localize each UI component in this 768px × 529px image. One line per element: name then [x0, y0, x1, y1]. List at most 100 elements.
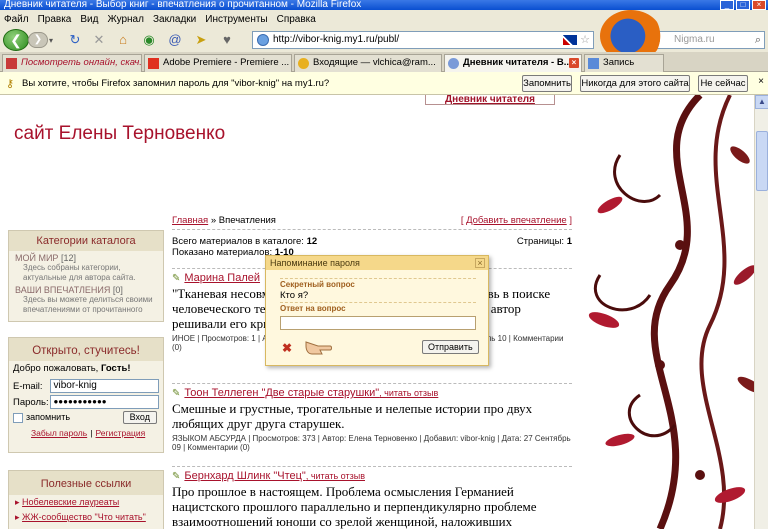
- menu-tools[interactable]: Инструменты: [205, 14, 267, 25]
- remember-password-button[interactable]: Запомнить: [522, 75, 572, 92]
- maximize-button[interactable]: □: [736, 0, 750, 10]
- tab-bar: Посмотреть онлайн, скач... Adobe Premier…: [0, 52, 768, 72]
- welcome-line: Добро пожаловать, Гость!: [9, 361, 163, 378]
- tab-adobe-premiere[interactable]: Adobe Premiere - Premiere ...: [144, 54, 292, 72]
- read-review-link[interactable]: , читать отзыв: [306, 471, 365, 481]
- total-value: 12: [306, 236, 318, 247]
- add-bracket-open: [: [460, 215, 464, 226]
- flag-icon: [563, 35, 577, 45]
- tab-label: Запись: [603, 57, 635, 68]
- menu-file[interactable]: Файл: [4, 14, 29, 25]
- password-field[interactable]: ●●●●●●●●●●●: [50, 395, 159, 409]
- close-window-button[interactable]: ×: [752, 0, 766, 10]
- forgot-password-link[interactable]: Забыл пароль: [31, 428, 87, 438]
- category-link[interactable]: МОЙ МИР: [15, 253, 58, 263]
- entry-title-link[interactable]: Тоон Теллеген "Две старые старушки": [184, 387, 379, 399]
- tab-inbox[interactable]: Входящие — vlchica@ram...: [294, 54, 442, 72]
- entry-title-link[interactable]: Марина Палей: [184, 272, 260, 284]
- dialog-title: Напоминание пароля: [266, 256, 488, 270]
- add-impression-wrap: [ Добавить впечатление ]: [461, 215, 572, 226]
- email-field[interactable]: vibor-knig: [50, 379, 159, 393]
- bookmark-tool-icon[interactable]: ♥: [218, 31, 236, 49]
- tab-favicon-icon: [6, 58, 17, 69]
- never-for-site-button[interactable]: Никогда для этого сайта: [580, 75, 690, 92]
- breadcrumb-home[interactable]: Главная: [172, 215, 208, 226]
- stop-icon[interactable]: ✕: [90, 31, 108, 49]
- secret-question-value: Кто я?: [280, 290, 309, 301]
- pointing-hand-icon: [305, 341, 332, 355]
- login-links: Забыл пароль | Регистрация: [9, 425, 163, 439]
- register-link[interactable]: Регистрация: [96, 428, 146, 438]
- remember-checkbox[interactable]: [13, 412, 23, 423]
- divider: [172, 466, 572, 467]
- bullet-icon: ▸: [15, 512, 20, 522]
- back-button[interactable]: ❮: [3, 29, 29, 51]
- home-icon[interactable]: ⌂: [114, 31, 132, 49]
- entry-title: ✎ Бернхард Шлинк "Чтец", читать отзыв: [172, 470, 572, 482]
- email-label: E-mail:: [13, 380, 43, 392]
- send-button[interactable]: Отправить: [422, 340, 479, 354]
- menu-history[interactable]: Журнал: [107, 14, 144, 25]
- scroll-up-icon[interactable]: ▲: [755, 95, 768, 109]
- reload-icon[interactable]: ↻: [66, 31, 84, 49]
- tab-watch-online[interactable]: Посмотреть онлайн, скач...: [2, 54, 142, 72]
- list-item: ✎ Тоон Теллеген "Две старые старушки", чи…: [172, 380, 572, 452]
- search-input[interactable]: Nigma.ru ⌕: [645, 31, 765, 49]
- add-impression-link[interactable]: Добавить впечатление: [466, 215, 567, 226]
- breadcrumb-current: Впечатления: [218, 215, 276, 226]
- site-identity-icon[interactable]: [257, 34, 269, 46]
- tab-reader-diary[interactable]: Дневник читателя - В... ×: [444, 54, 582, 72]
- category-link[interactable]: ВАШИ ВПЕЧАТЛЕНИЯ: [15, 285, 110, 295]
- menu-view[interactable]: Вид: [80, 14, 98, 25]
- notification-message: Вы хотите, чтобы Firefox запомнил пароль…: [22, 78, 330, 89]
- tab-label: Дневник читателя - В...: [463, 57, 572, 68]
- address-bar[interactable]: http://vibor-knig.my1.ru/publ/ ☆: [252, 31, 594, 49]
- tab-favicon-icon: [588, 58, 599, 69]
- useful-link[interactable]: Нобелевские лауреаты: [22, 497, 119, 507]
- guest-name: Гость!: [100, 363, 131, 374]
- addon-icon[interactable]: ◉: [140, 31, 158, 49]
- mail-icon: [298, 58, 309, 69]
- divider: [280, 278, 476, 279]
- minimize-button[interactable]: _: [720, 0, 734, 10]
- read-review-link[interactable]: , читать отзыв: [379, 388, 438, 398]
- password-row: Пароль: ●●●●●●●●●●●: [9, 394, 163, 410]
- category-desc: Здесь собраны категории, актуальные для …: [23, 263, 136, 282]
- category-item: ВАШИ ВПЕЧАТЛЕНИЯ [0] Здесь вы можете дел…: [9, 283, 163, 315]
- menu-edit[interactable]: Правка: [38, 14, 72, 25]
- site-title: сайт Елены Терновенко: [14, 123, 226, 144]
- bookmark-star-icon[interactable]: ☆: [580, 32, 590, 48]
- search-icon[interactable]: ⌕: [755, 32, 761, 48]
- close-tab-icon[interactable]: ×: [569, 58, 579, 68]
- close-notification-icon[interactable]: ×: [758, 76, 764, 87]
- not-now-button[interactable]: Не сейчас: [698, 75, 748, 92]
- useful-link-item: ▸ Нобелевские лауреаты: [9, 495, 163, 510]
- vertical-scrollbar[interactable]: ▲: [754, 95, 768, 529]
- scroll-thumb[interactable]: [756, 131, 768, 191]
- login-heading: Открыто, стучитесь!: [9, 338, 163, 361]
- forward-button[interactable]: ❯: [28, 32, 48, 48]
- secret-question-label: Секретный вопрос: [280, 280, 355, 289]
- menu-help[interactable]: Справка: [277, 14, 316, 25]
- category-count: [12]: [60, 253, 76, 263]
- email-row: E-mail: vibor-knig: [9, 378, 163, 394]
- entry-title-link[interactable]: Бернхард Шлинк "Чтец": [184, 470, 305, 482]
- remember-wrap: запомнить: [13, 412, 70, 423]
- cancel-icon[interactable]: ✖: [282, 341, 292, 355]
- dialog-close-icon[interactable]: ×: [475, 258, 485, 268]
- useful-link[interactable]: ЖЖ-сообщество "Что читать": [22, 512, 146, 522]
- pages-label: Страницы:: [516, 236, 565, 247]
- answer-input[interactable]: [280, 316, 476, 330]
- diary-top-link[interactable]: Дневник читателя: [425, 95, 555, 105]
- history-dropdown-icon[interactable]: ▾: [49, 36, 53, 45]
- login-button[interactable]: Вход: [122, 411, 157, 424]
- menu-bookmarks[interactable]: Закладки: [153, 14, 196, 25]
- remember-label: запомнить: [26, 412, 71, 423]
- category-count: [0]: [112, 285, 123, 295]
- tab-entry[interactable]: Запись: [584, 54, 664, 72]
- category-desc: Здесь вы можете делиться своими впечатле…: [23, 295, 153, 314]
- spiral-icon[interactable]: @: [166, 31, 184, 49]
- useful-link-item: ▸ ЖЖ-сообщество "Что читать": [9, 510, 163, 525]
- pointer-icon[interactable]: ➤: [192, 31, 210, 49]
- adobe-icon: [148, 58, 159, 69]
